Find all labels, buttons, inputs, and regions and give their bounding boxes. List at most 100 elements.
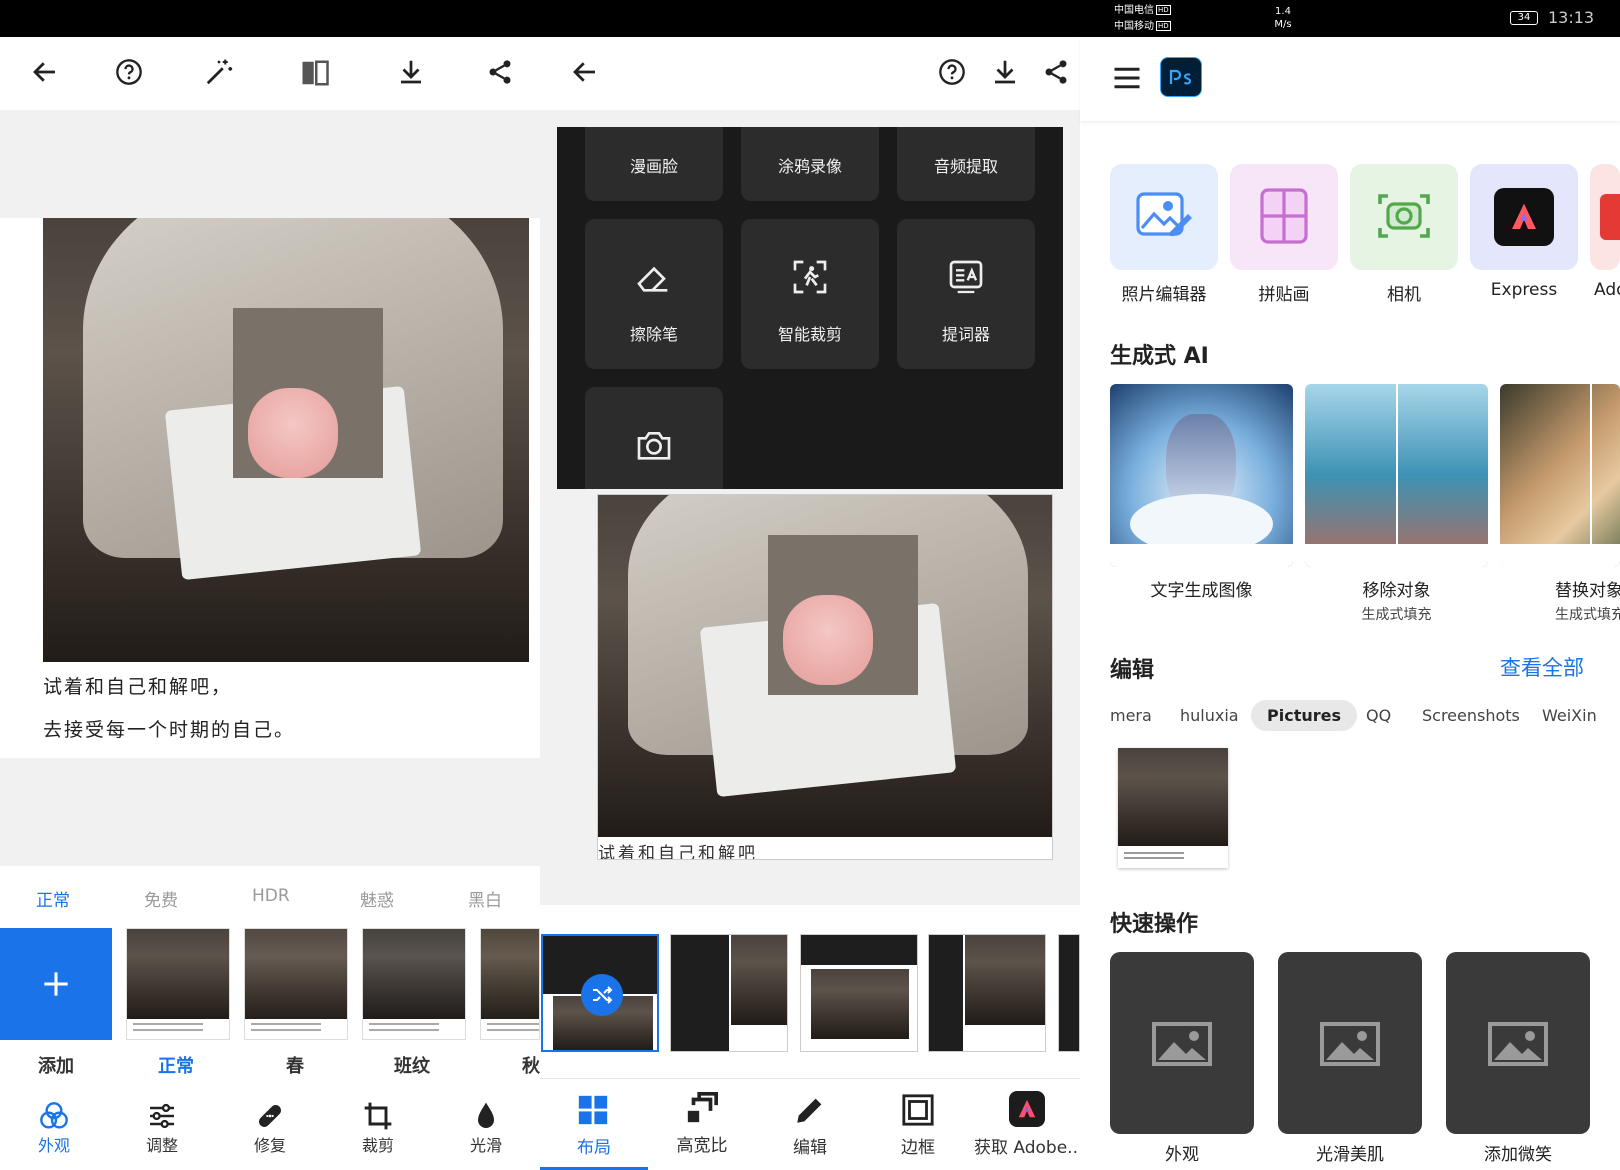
layout-option-1[interactable]	[541, 934, 659, 1052]
share-icon[interactable]	[486, 58, 514, 86]
tool-audio-extract[interactable]: 音频提取	[897, 127, 1035, 201]
layout-option-3[interactable]	[800, 934, 918, 1052]
nav-aspect-ratio[interactable]: 高宽比	[648, 1079, 756, 1170]
nav-border[interactable]: 边框	[864, 1079, 972, 1170]
photoshop-logo	[1160, 57, 1202, 97]
app-label-adobe: Ado	[1594, 280, 1620, 300]
smart-crop-icon	[793, 260, 827, 294]
thumb-label-autumn: 秋	[522, 1056, 540, 1077]
editor-bottom-nav: 外观 调整 修复 裁剪 光滑	[0, 1096, 540, 1170]
tab-normal[interactable]: 正常	[36, 886, 70, 911]
photo-editor-icon	[1136, 192, 1192, 236]
ai-card-remove-object[interactable]	[1305, 384, 1488, 567]
filter-thumb-spring[interactable]	[244, 928, 348, 1040]
compare-icon[interactable]	[300, 59, 330, 87]
help-icon[interactable]	[115, 58, 143, 86]
ps-header	[1080, 37, 1620, 121]
hamburger-menu-icon[interactable]	[1112, 65, 1142, 91]
shuffle-icon	[593, 986, 613, 1004]
ai-label-remove-object: 移除对象	[1362, 581, 1431, 601]
ai-card-replace-object[interactable]	[1500, 384, 1620, 567]
camera-icon	[637, 432, 671, 460]
collage-caption-partial: 试着和自己和解吧	[598, 844, 758, 860]
tool-eraser[interactable]: 擦除笔	[585, 219, 723, 369]
layout-option-2[interactable]	[670, 934, 788, 1052]
folder-tab-pictures[interactable]: Pictures	[1251, 700, 1357, 731]
filter-thumb-autumn[interactable]	[480, 928, 540, 1040]
pencil-icon	[797, 1098, 822, 1123]
folder-tab-weixin[interactable]: WeiXin	[1542, 706, 1597, 725]
looks-icon	[40, 1102, 68, 1129]
nav-smooth[interactable]: 光滑	[462, 1100, 510, 1156]
layout-option-5[interactable]	[1058, 934, 1080, 1052]
folder-tab-qq[interactable]: QQ	[1366, 706, 1391, 725]
quick-action-looks[interactable]	[1110, 952, 1254, 1134]
add-filter-button[interactable]	[0, 928, 112, 1040]
edit-section-title: 编辑	[1110, 658, 1155, 683]
clock: 13:13	[1548, 8, 1595, 27]
nav-crop[interactable]: 裁剪	[354, 1100, 402, 1156]
thumb-label-normal: 正常	[158, 1056, 194, 1077]
tab-free[interactable]: 免费	[144, 886, 178, 911]
recent-image-thumb[interactable]	[1118, 748, 1228, 868]
help-icon[interactable]	[938, 58, 966, 86]
nav-layout[interactable]: 布局	[540, 1079, 648, 1170]
download-icon[interactable]	[990, 57, 1020, 87]
tool-cartoon-face[interactable]: 漫画脸	[585, 127, 723, 201]
quick-actions-title: 快速操作	[1110, 912, 1199, 937]
shuffle-button[interactable]	[581, 974, 623, 1016]
tool-camera[interactable]	[585, 387, 723, 489]
tool-smart-crop[interactable]: 智能裁剪	[741, 219, 879, 369]
app-label-camera: 相机	[1387, 285, 1421, 305]
quick-label-smooth-skin: 光滑美肌	[1316, 1145, 1384, 1165]
thumb-label-stripe: 班纹	[394, 1056, 430, 1077]
folder-tab-screenshots[interactable]: Screenshots	[1422, 706, 1520, 725]
tab-charm[interactable]: 魅惑	[360, 886, 394, 911]
filter-thumb-stripe[interactable]	[362, 928, 466, 1040]
tab-bw[interactable]: 黑白	[468, 886, 502, 911]
nav-adjust[interactable]: 调整	[138, 1100, 186, 1156]
plus-icon	[44, 972, 68, 996]
thumb-label-add: 添加	[38, 1056, 74, 1077]
tab-hdr[interactable]: HDR	[252, 886, 290, 906]
nav-looks[interactable]: 外观	[30, 1100, 78, 1156]
ai-label-replace-object: 替换对象	[1555, 581, 1620, 601]
caption-line-1: 试着和自己和解吧，	[43, 676, 233, 698]
magic-wand-icon[interactable]	[204, 57, 234, 87]
border-icon	[902, 1094, 934, 1126]
app-photo-editor[interactable]	[1110, 164, 1218, 270]
nav-heal[interactable]: 修复	[246, 1100, 294, 1156]
tool-doodle-record[interactable]: 涂鸦录像	[741, 127, 879, 201]
quick-action-add-smile[interactable]	[1446, 952, 1590, 1134]
cake-photo[interactable]	[43, 218, 529, 662]
nav-get-adobe[interactable]: 获取 Adobe..	[972, 1079, 1080, 1170]
tool-teleprompter[interactable]: 提词器	[897, 219, 1035, 369]
share-icon[interactable]	[1042, 58, 1070, 86]
status-bar: 中国电信 HD 中国移动 HD 1.4 M/s 34 13:13	[0, 0, 1620, 37]
back-arrow-icon[interactable]	[570, 57, 600, 87]
app-label-express: Express	[1490, 280, 1558, 300]
app-collage[interactable]	[1230, 164, 1338, 270]
battery-icon: 34	[1510, 11, 1538, 25]
folder-tab-huluxia[interactable]: huluxia	[1180, 706, 1239, 725]
adobe-express-icon	[1009, 1091, 1045, 1127]
app-adobe-partial[interactable]	[1590, 164, 1620, 270]
layout-option-4[interactable]	[928, 934, 1046, 1052]
folder-tab-camera[interactable]: mera	[1110, 706, 1152, 725]
download-icon[interactable]	[396, 57, 426, 87]
quick-label-add-smile: 添加微笑	[1484, 1145, 1552, 1165]
nav-edit[interactable]: 编辑	[756, 1079, 864, 1170]
filter-thumb-normal[interactable]	[126, 928, 230, 1040]
network-speed: 1.4 M/s	[1274, 6, 1292, 30]
collage-bottom-nav: 布局 高宽比 编辑 边框 获取 Adobe..	[540, 1078, 1080, 1170]
ai-card-text-to-image[interactable]	[1110, 384, 1293, 567]
drop-icon	[478, 1102, 494, 1128]
teleprompter-icon	[949, 260, 983, 294]
collage-photo-cell[interactable]: 试着和自己和解吧	[597, 494, 1053, 860]
gen-ai-title: 生成式 AI	[1110, 344, 1209, 369]
app-camera[interactable]	[1350, 164, 1458, 270]
app-express[interactable]	[1470, 164, 1578, 270]
quick-action-smooth-skin[interactable]	[1278, 952, 1422, 1134]
view-all-link[interactable]: 查看全部	[1500, 652, 1584, 682]
back-arrow-icon[interactable]	[30, 57, 60, 87]
